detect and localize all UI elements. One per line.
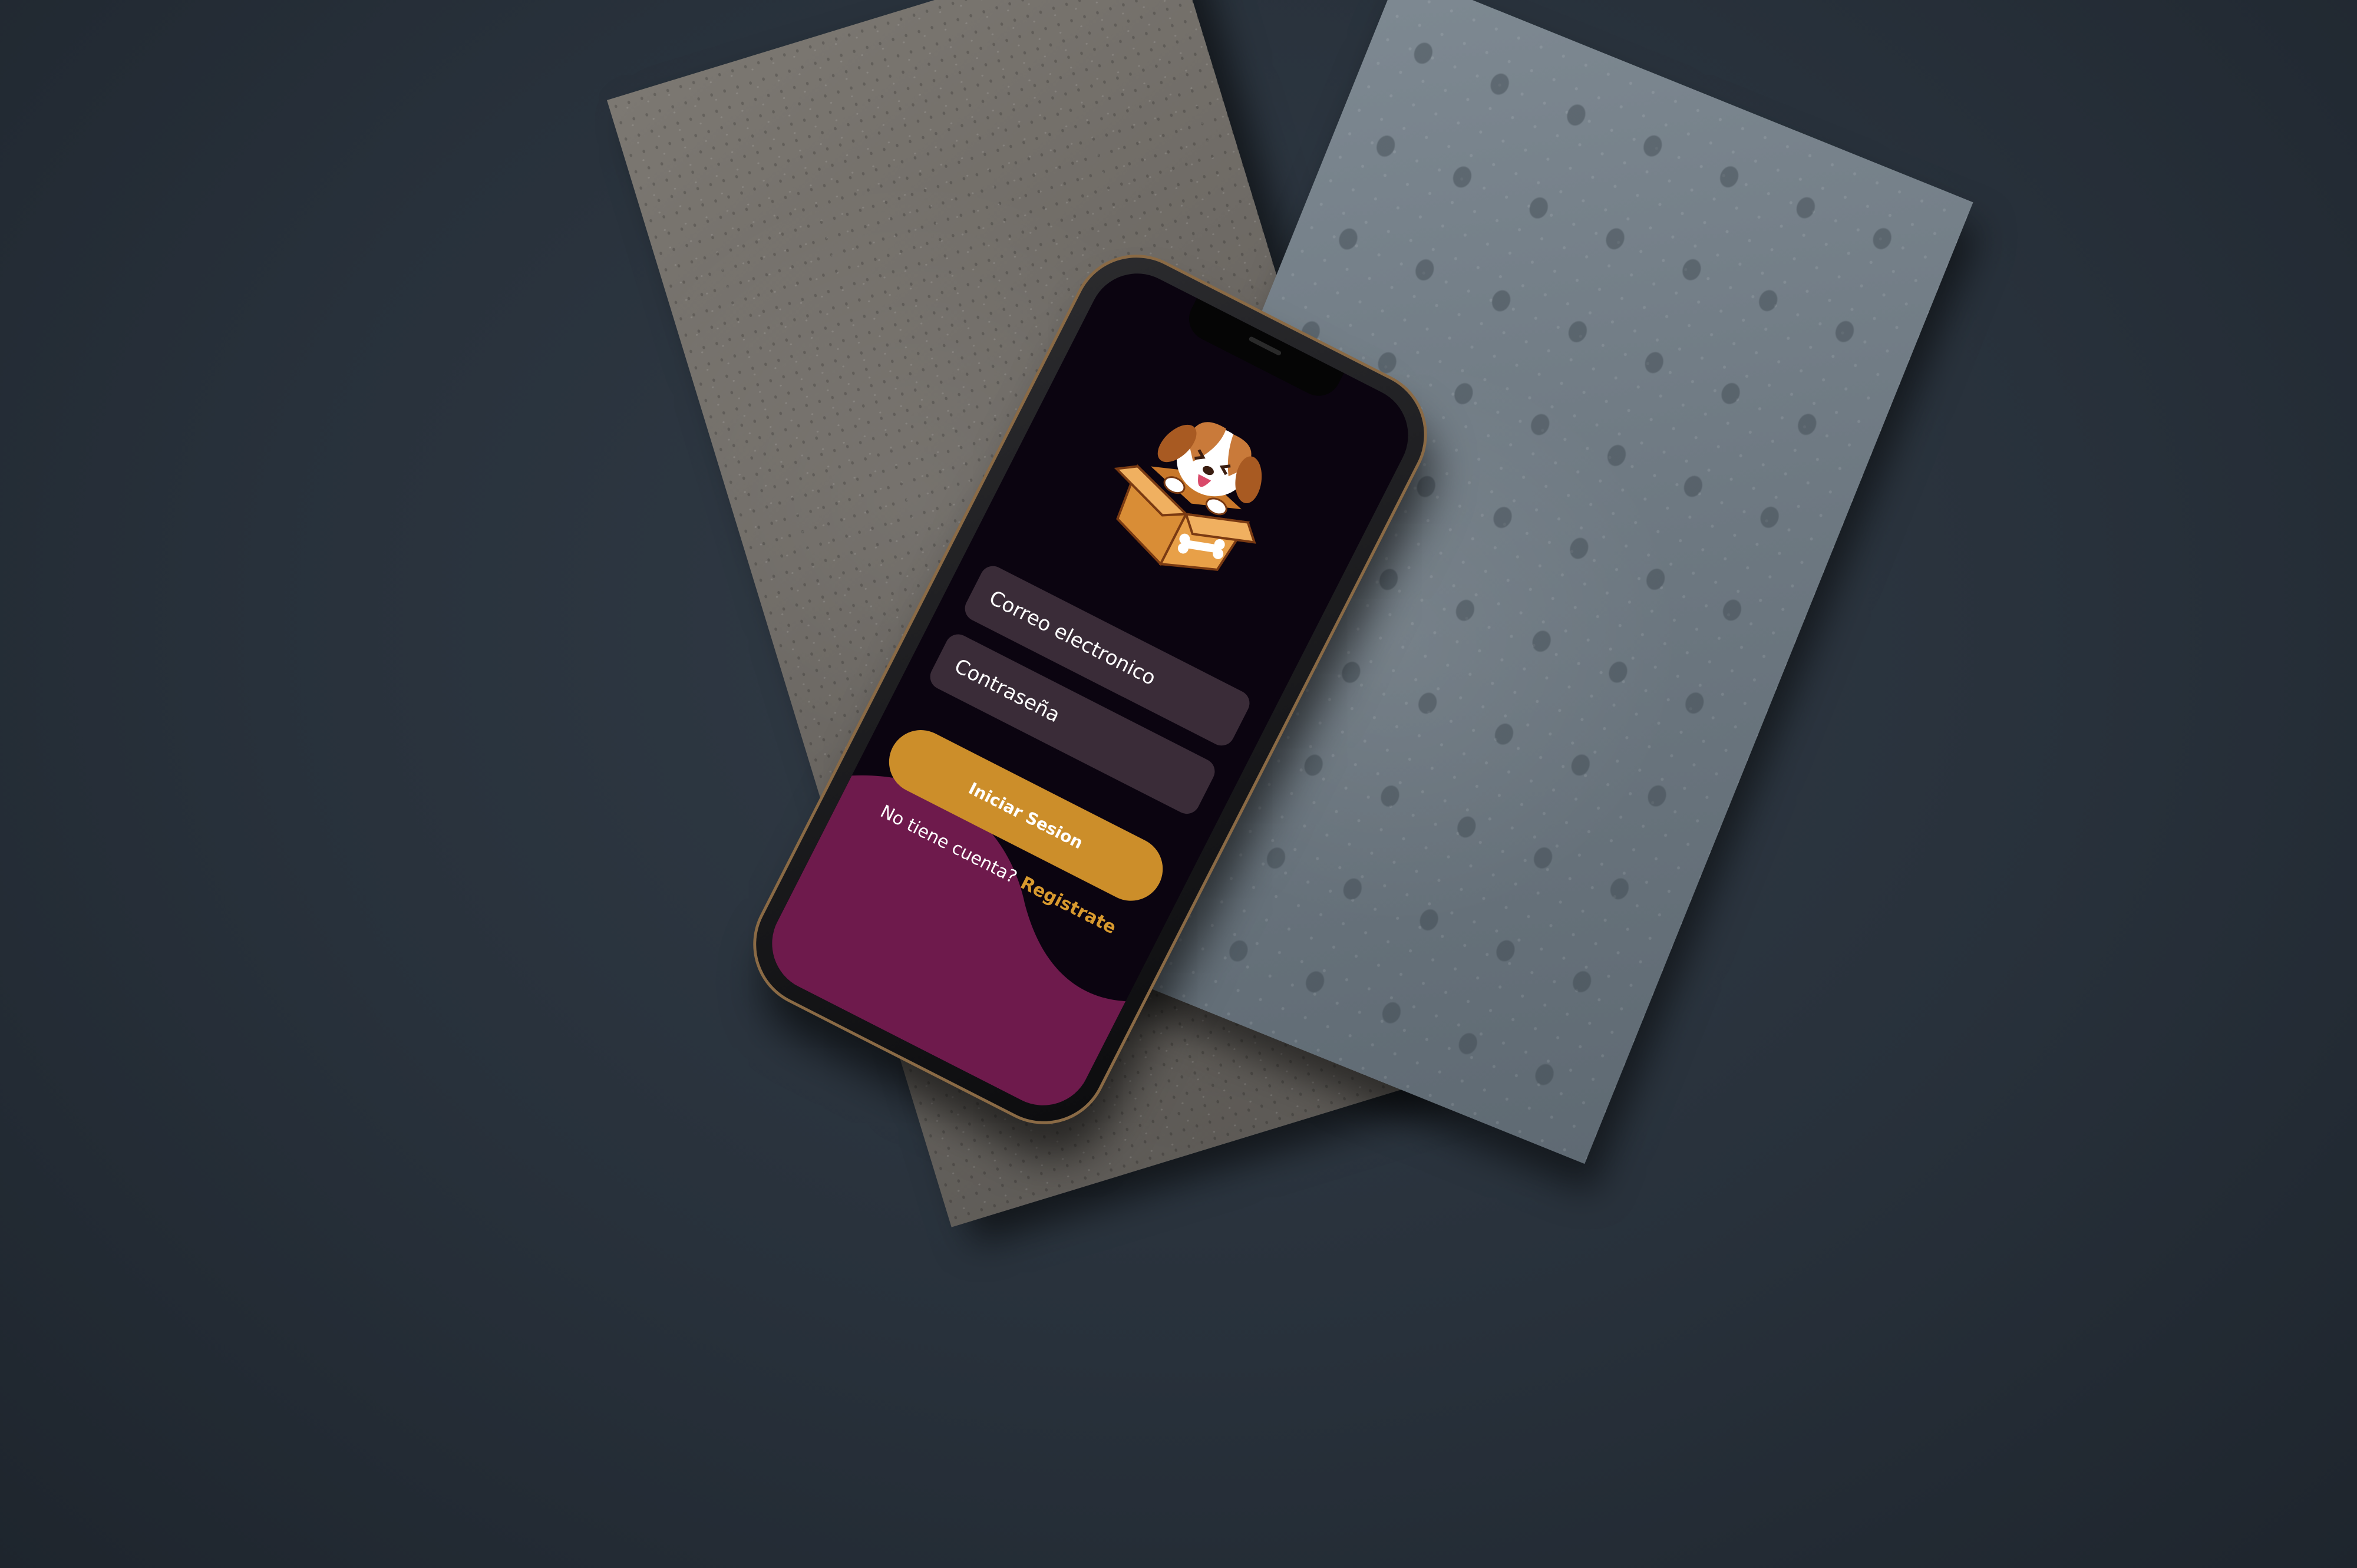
mockup-scene: Iniciar Sesion No tiene cuenta?Registrat… <box>0 0 2357 1568</box>
speaker-grille <box>1248 336 1282 356</box>
puppy-in-box-icon <box>1114 422 1262 571</box>
